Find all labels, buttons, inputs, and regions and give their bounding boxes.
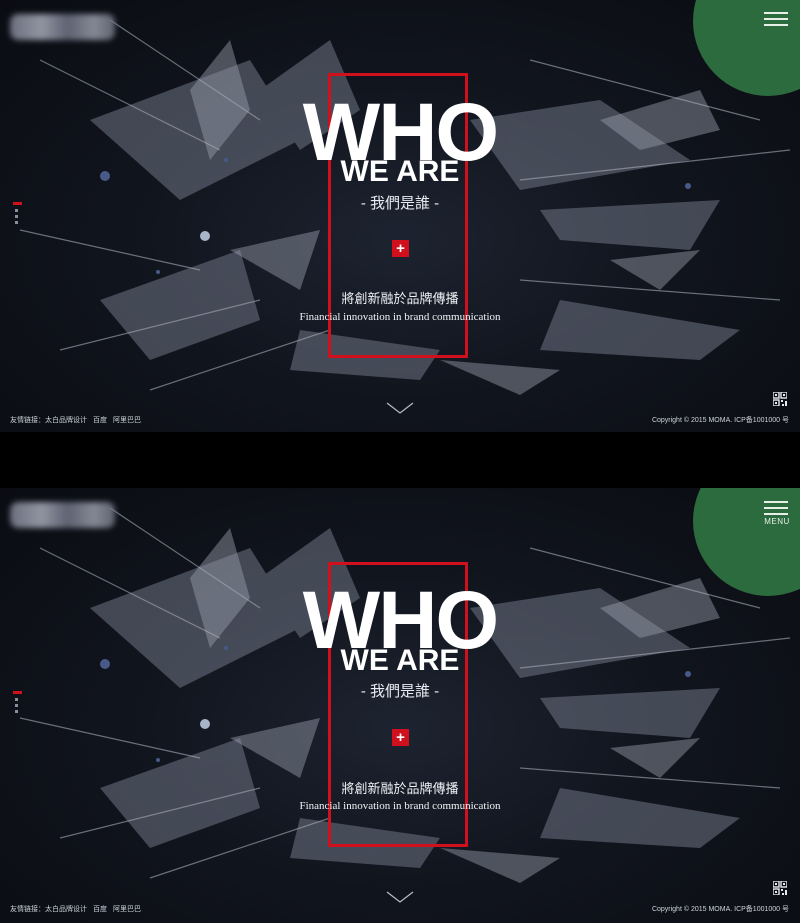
chevron-down-icon[interactable] [386,891,414,903]
friend-links: 友情链接：太白品牌设计 百度 阿里巴巴 [10,904,147,914]
hero-zh-title: - 我們是誰 - [360,195,440,212]
menu-label[interactable]: MENU [759,517,795,526]
slogan-zh: 將創新融於品牌傳播 [341,781,459,796]
hero-panel-2: MENU WHO WE ARE - 我們是誰 - + 將創新融於品牌傳播 Fin… [0,488,800,923]
hero-subtitle: WE ARE [340,644,460,677]
friend-link[interactable]: 太白品牌设计 [45,906,87,913]
friend-links-label: 友情链接： [10,417,45,424]
hero-subtitle: WE ARE [340,155,460,188]
brand-logo[interactable] [10,14,115,40]
friend-link[interactable]: 阿里巴巴 [113,417,141,424]
expand-button[interactable]: + [392,729,409,746]
friend-links-label: 友情链接： [10,906,45,913]
friend-link[interactable]: 百度 [93,906,107,913]
expand-button[interactable]: + [392,240,409,257]
slogan-en: Financial innovation in brand communicat… [299,311,501,323]
friend-link[interactable]: 阿里巴巴 [113,906,141,913]
copyright: Copyright © 2015 MOMA. ICP备1001000 号 [651,906,789,913]
qr-code-icon[interactable] [773,392,787,406]
hamburger-icon[interactable] [764,501,788,515]
qr-code-icon[interactable] [773,881,787,895]
friend-link[interactable]: 太白品牌设计 [45,417,87,424]
friend-links: 友情链接：太白品牌设计 百度 阿里巴巴 [10,415,147,425]
hamburger-icon[interactable] [764,12,788,26]
chevron-down-icon[interactable] [386,402,414,414]
copyright: Copyright © 2015 MOMA. ICP备1001000 号 [651,417,789,424]
brand-logo[interactable] [10,502,115,528]
friend-link[interactable]: 百度 [93,417,107,424]
slogan-en: Financial innovation in brand communicat… [299,800,501,812]
hero-panel-1: WHO WE ARE - 我們是誰 - + 將創新融於品牌傳播 Financia… [0,0,800,432]
hero-zh-title: - 我們是誰 - [360,683,440,700]
slogan-zh: 將創新融於品牌傳播 [341,291,459,306]
panel-divider [0,432,800,488]
